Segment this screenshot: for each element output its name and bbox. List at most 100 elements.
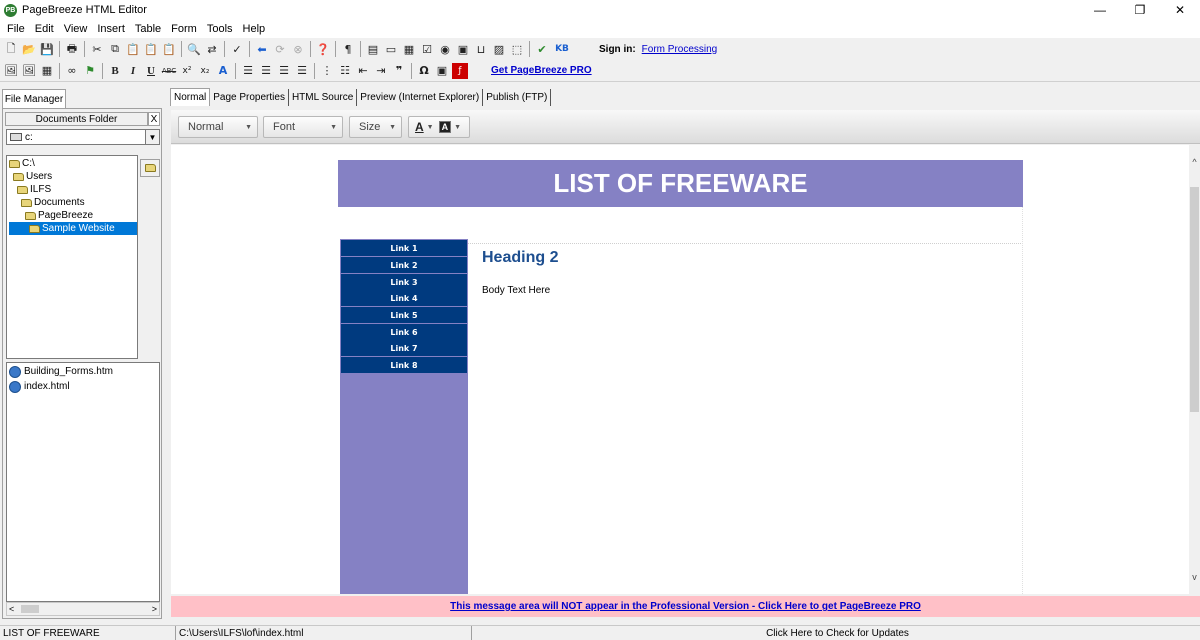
drive-select[interactable]: c: ▼ [6,129,160,145]
menu-file[interactable]: File [2,23,30,35]
size-dropdown[interactable]: Size ▼ [349,116,402,138]
kb-icon[interactable]: KB [552,41,572,57]
scroll-right-icon[interactable]: > [152,604,157,614]
strikethrough-icon[interactable]: ABC [161,63,177,79]
menu-insert[interactable]: Insert [92,23,130,35]
menu-help[interactable]: Help [238,23,271,35]
insert-image-icon[interactable]: 🖼 [3,63,19,79]
refresh-icon[interactable]: ⟳ [272,41,288,57]
check-mark-icon[interactable]: ✔ [534,41,550,57]
paste-special-icon[interactable]: 📋 [143,41,159,57]
folder-item-selected[interactable]: Sample Website [9,222,137,235]
paste-text-icon[interactable]: 📋 [161,41,177,57]
file-item[interactable]: Building_Forms.htm [9,365,113,378]
justify-icon[interactable]: ☰ [294,63,310,79]
file-list-scrollbar[interactable]: < > [6,602,160,616]
scroll-up-icon[interactable]: ^ [1189,155,1200,169]
new-folder-button[interactable] [140,159,160,177]
form-processing-link[interactable]: Form Processing [642,44,718,55]
page-heading[interactable]: Heading 2 [482,249,558,267]
page-body-text[interactable]: Body Text Here [482,285,550,296]
align-center-icon[interactable]: ☰ [258,63,274,79]
find-icon[interactable]: 🔍 [186,41,202,57]
paragraph-marks-icon[interactable]: ¶ [340,41,356,57]
menu-table[interactable]: Table [130,23,166,35]
cut-icon[interactable]: ✂ [89,41,105,57]
nav-link-6[interactable]: Link 6 [341,324,467,340]
style-dropdown[interactable]: Normal ▼ [178,116,258,138]
text-field-icon[interactable]: ▭ [383,41,399,57]
get-pro-message-link[interactable]: This message area will NOT appear in the… [450,601,921,612]
italic-button[interactable]: I [125,63,141,79]
tab-publish[interactable]: Publish (FTP) [483,89,552,106]
menu-view[interactable]: View [59,23,93,35]
menu-form[interactable]: Form [166,23,202,35]
font-dropdown[interactable]: Font ▼ [263,116,343,138]
page-banner-title[interactable]: LIST OF FREEWARE [338,160,1023,207]
font-color-icon[interactable]: A [415,120,424,134]
editor-canvas[interactable]: LIST OF FREEWARE Link 1 Link 2 Link 3 Li… [171,145,1189,594]
tab-page-properties[interactable]: Page Properties [210,89,289,106]
nav-link-2[interactable]: Link 2 [341,257,467,273]
open-folder-icon[interactable]: 📂 [21,41,37,57]
menu-tools[interactable]: Tools [202,23,238,35]
underline-button[interactable]: U [143,63,159,79]
superscript-icon[interactable]: x² [179,63,195,79]
tab-normal[interactable]: Normal [170,88,211,106]
scroll-thumb[interactable] [1190,187,1199,412]
align-right-icon[interactable]: ☰ [276,63,292,79]
subscript-icon[interactable]: x₂ [197,63,213,79]
check-updates-link[interactable]: Click Here to Check for Updates [472,626,1200,640]
file-manager-tab[interactable]: File Manager [2,89,66,108]
close-panel-button[interactable]: X [148,112,160,126]
radio-button-icon[interactable]: ◉ [437,41,453,57]
nav-link-5[interactable]: Link 5 [341,307,467,323]
folder-item[interactable]: ILFS [17,183,51,196]
hidden-field-icon[interactable]: ⊔ [473,41,489,57]
maximize-button[interactable]: ❐ [1120,0,1160,20]
insert-media-icon[interactable]: ▣ [434,63,450,79]
nav-link-1[interactable]: Link 1 [341,240,467,256]
minimize-button[interactable]: — [1080,0,1120,20]
form-icon[interactable]: ▤ [365,41,381,57]
tab-preview[interactable]: Preview (Internet Explorer) [357,89,484,106]
flash-icon[interactable]: ƒ [452,62,468,79]
nav-link-7[interactable]: Link 7 [341,340,467,356]
scroll-left-icon[interactable]: < [9,604,14,614]
insert-table-icon[interactable]: ▦ [39,63,55,79]
close-window-button[interactable]: ✕ [1160,0,1200,20]
hyperlink-icon[interactable]: ∞ [64,63,80,79]
copy-icon[interactable]: ⧉ [107,41,123,57]
blockquote-icon[interactable]: ❞ [391,63,407,79]
folder-item[interactable]: Users [13,170,52,183]
bookmark-icon[interactable]: ⚑ [82,63,98,79]
nav-link-3[interactable]: Link 3 [341,274,467,290]
nav-link-4[interactable]: Link 4 [341,290,467,306]
folder-item[interactable]: Documents [21,196,85,209]
highlight-color-icon[interactable]: A [438,121,452,133]
save-icon[interactable]: 💾 [39,41,55,57]
scroll-thumb[interactable] [21,605,39,613]
outdent-icon[interactable]: ⇤ [355,63,371,79]
back-arrow-icon[interactable]: ⬅ [254,41,270,57]
help-icon[interactable]: ❓ [315,41,331,57]
bold-button[interactable]: B [107,63,123,79]
bulleted-list-icon[interactable]: ☷ [337,63,353,79]
file-item[interactable]: index.html [9,380,70,393]
scroll-down-icon[interactable]: v [1189,570,1200,584]
get-pagebreeze-pro-link[interactable]: Get PageBreeze PRO [491,65,592,76]
new-document-icon[interactable]: 🗋 [3,41,19,57]
page-sidebar[interactable]: Link 1 Link 2 Link 3 Link 4 Link 5 Link … [340,239,468,594]
special-character-icon[interactable]: Ω [416,63,432,79]
checkbox-icon[interactable]: ☑ [419,41,435,57]
chevron-down-icon[interactable]: ▼ [145,130,159,144]
clear-format-icon[interactable]: A [215,63,231,79]
print-icon[interactable]: 🖶 [64,41,80,57]
indent-icon[interactable]: ⇥ [373,63,389,79]
submit-button-icon[interactable]: ⬚ [509,41,525,57]
numbered-list-icon[interactable]: ⋮ [319,63,335,79]
spellcheck-icon[interactable]: ✓ [229,41,245,57]
color-buttons[interactable]: A ▼ A ▼ [408,116,470,138]
image-properties-icon[interactable]: 🖼 [21,63,37,79]
paste-icon[interactable]: 📋 [125,41,141,57]
